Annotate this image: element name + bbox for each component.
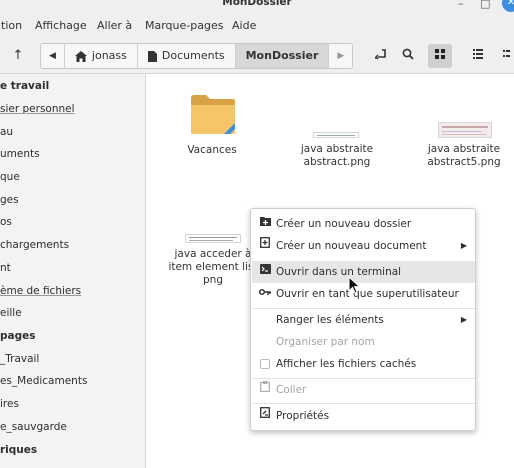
file-name-line1: java abstraite xyxy=(427,143,501,155)
sidebar-item-pictures[interactable]: ges xyxy=(0,190,19,210)
breadcrumb-home[interactable]: jonass xyxy=(65,44,138,68)
breadcrumb-current[interactable]: MonDossier xyxy=(235,44,330,68)
menu-separator xyxy=(252,403,475,404)
sidebar-section-bookmarks: pages xyxy=(0,330,36,342)
sidebar-item-downloads[interactable]: chargements xyxy=(0,235,69,255)
menu-item-label: Afficher les fichiers cachés xyxy=(276,358,417,370)
sidebar-item-videos[interactable]: os xyxy=(0,212,12,232)
sidebar-section-computer: e travail xyxy=(0,80,50,92)
search-icon[interactable] xyxy=(396,44,420,68)
minimize-button[interactable]: – xyxy=(458,0,464,10)
menu-item-properties[interactable]: Propriétés xyxy=(252,405,475,427)
menu-item-label: Organiser par nom xyxy=(276,336,375,348)
sidebar-item-bookmark-medicaments[interactable]: es_Medicaments xyxy=(0,371,87,391)
folder-icon xyxy=(191,95,235,134)
folder-plus-icon xyxy=(258,213,272,235)
file-name-line2: abstract.png xyxy=(303,156,371,168)
menu-marque-pages[interactable]: Marque-pages xyxy=(145,19,223,32)
open-terminal-icon[interactable] xyxy=(368,44,392,68)
menu-item-new-document[interactable]: Créer un nouveau document ▶ xyxy=(252,235,475,257)
file-name-line1: java abstraite xyxy=(300,143,374,155)
file-item-abstract5-png[interactable]: java abstraite abstract5.png xyxy=(416,114,512,174)
breadcrumb-home-label: jonass xyxy=(91,49,127,62)
menu-affichage[interactable]: Affichage xyxy=(35,19,87,32)
breadcrumb-documents[interactable]: Documents xyxy=(138,44,236,68)
image-thumbnail xyxy=(185,234,241,243)
sidebar-item-trash[interactable]: eille xyxy=(0,303,22,323)
sidebar-item-filesystem[interactable]: ème de fichiers xyxy=(0,281,81,301)
home-icon xyxy=(74,50,87,62)
menu-item-label: Créer un nouveau dossier xyxy=(276,218,412,230)
up-arrow-icon[interactable]: ↑ xyxy=(8,44,28,68)
clipboard-icon xyxy=(258,379,272,401)
toolbar: ↑ ◀ jonass Documents MonDossier ▶ xyxy=(0,38,514,74)
sidebar-item-desktop[interactable]: au xyxy=(0,122,13,142)
menu-item-label: Coller xyxy=(276,384,307,396)
menu-item-label: Ranger les éléments xyxy=(276,314,384,326)
sidebar-item-recent[interactable]: nt xyxy=(0,258,11,278)
mouse-pointer-icon xyxy=(348,276,361,294)
document-plus-icon xyxy=(258,235,272,257)
compact-view-icon[interactable] xyxy=(496,44,514,68)
grid-view-icon[interactable] xyxy=(428,44,452,68)
image-thumbnail xyxy=(438,122,492,138)
sidebar-item-bookmark-travail[interactable]: _Travail xyxy=(0,349,39,369)
list-view-icon[interactable] xyxy=(466,44,490,68)
sidebar-section-devices: riques xyxy=(0,444,38,456)
maximize-button[interactable]: □ xyxy=(480,0,490,10)
menu-item-paste[interactable]: Coller xyxy=(252,379,475,401)
context-menu: Créer un nouveau dossier Créer un nouvea… xyxy=(250,208,476,431)
menu-item-new-folder[interactable]: Créer un nouveau dossier xyxy=(252,213,475,235)
menu-bar: ition Affichage Aller à Marque-pages Aid… xyxy=(0,14,514,38)
breadcrumb-forward-icon[interactable]: ▶ xyxy=(329,44,352,68)
window-title: MonDossier xyxy=(222,0,292,8)
menu-item-label: Ouvrir dans un terminal xyxy=(276,266,402,278)
file-name-line2: abstract5.png xyxy=(427,156,501,168)
menu-item-show-hidden-files[interactable]: Afficher les fichiers cachés xyxy=(252,353,475,375)
sidebar-item-bookmark-ires[interactable]: ires xyxy=(0,394,19,414)
menu-item-arrange-items[interactable]: Ranger les éléments ▶ xyxy=(252,309,475,331)
file-item-vacances[interactable]: Vacances xyxy=(177,88,247,158)
sidebar-item-bookmark-sauvgarde[interactable]: e_sauvgarde xyxy=(0,417,67,437)
submenu-arrow-icon: ▶ xyxy=(460,315,467,324)
title-bar: MonDossier – □ ✕ xyxy=(0,0,514,14)
breadcrumb: ◀ jonass Documents MonDossier ▶ xyxy=(40,43,354,69)
terminal-icon xyxy=(258,261,272,283)
submenu-arrow-icon: ▶ xyxy=(460,241,467,250)
file-name: Vacances xyxy=(187,144,237,156)
menu-aller-a[interactable]: Aller à xyxy=(97,19,132,32)
sidebar: e travail sier personnel au uments que g… xyxy=(0,74,146,468)
breadcrumb-documents-label: Documents xyxy=(161,49,225,62)
sidebar-item-documents[interactable]: uments xyxy=(0,144,40,164)
menu-item-label: Créer un nouveau document xyxy=(276,240,427,252)
menu-aide[interactable]: Aide xyxy=(232,19,256,32)
file-item-abstract-png[interactable]: java abstraite abstract.png xyxy=(289,114,385,174)
sidebar-item-music[interactable]: que xyxy=(0,167,20,187)
menu-item-label: Propriétés xyxy=(276,410,330,422)
image-thumbnail xyxy=(313,132,359,138)
breadcrumb-back-icon[interactable]: ◀ xyxy=(41,44,65,68)
properties-icon xyxy=(258,405,272,427)
hidden-files-checkbox[interactable] xyxy=(260,359,270,369)
close-button[interactable]: ✕ xyxy=(502,0,514,12)
key-icon xyxy=(258,283,272,305)
menu-item-label: Ouvrir en tant que superutilisateur xyxy=(276,288,459,300)
document-icon xyxy=(147,50,157,62)
menu-item-organize-by-name[interactable]: Organiser par nom xyxy=(252,331,475,353)
menu-edition[interactable]: ition xyxy=(0,19,22,32)
sidebar-item-home[interactable]: sier personnel xyxy=(0,99,75,119)
